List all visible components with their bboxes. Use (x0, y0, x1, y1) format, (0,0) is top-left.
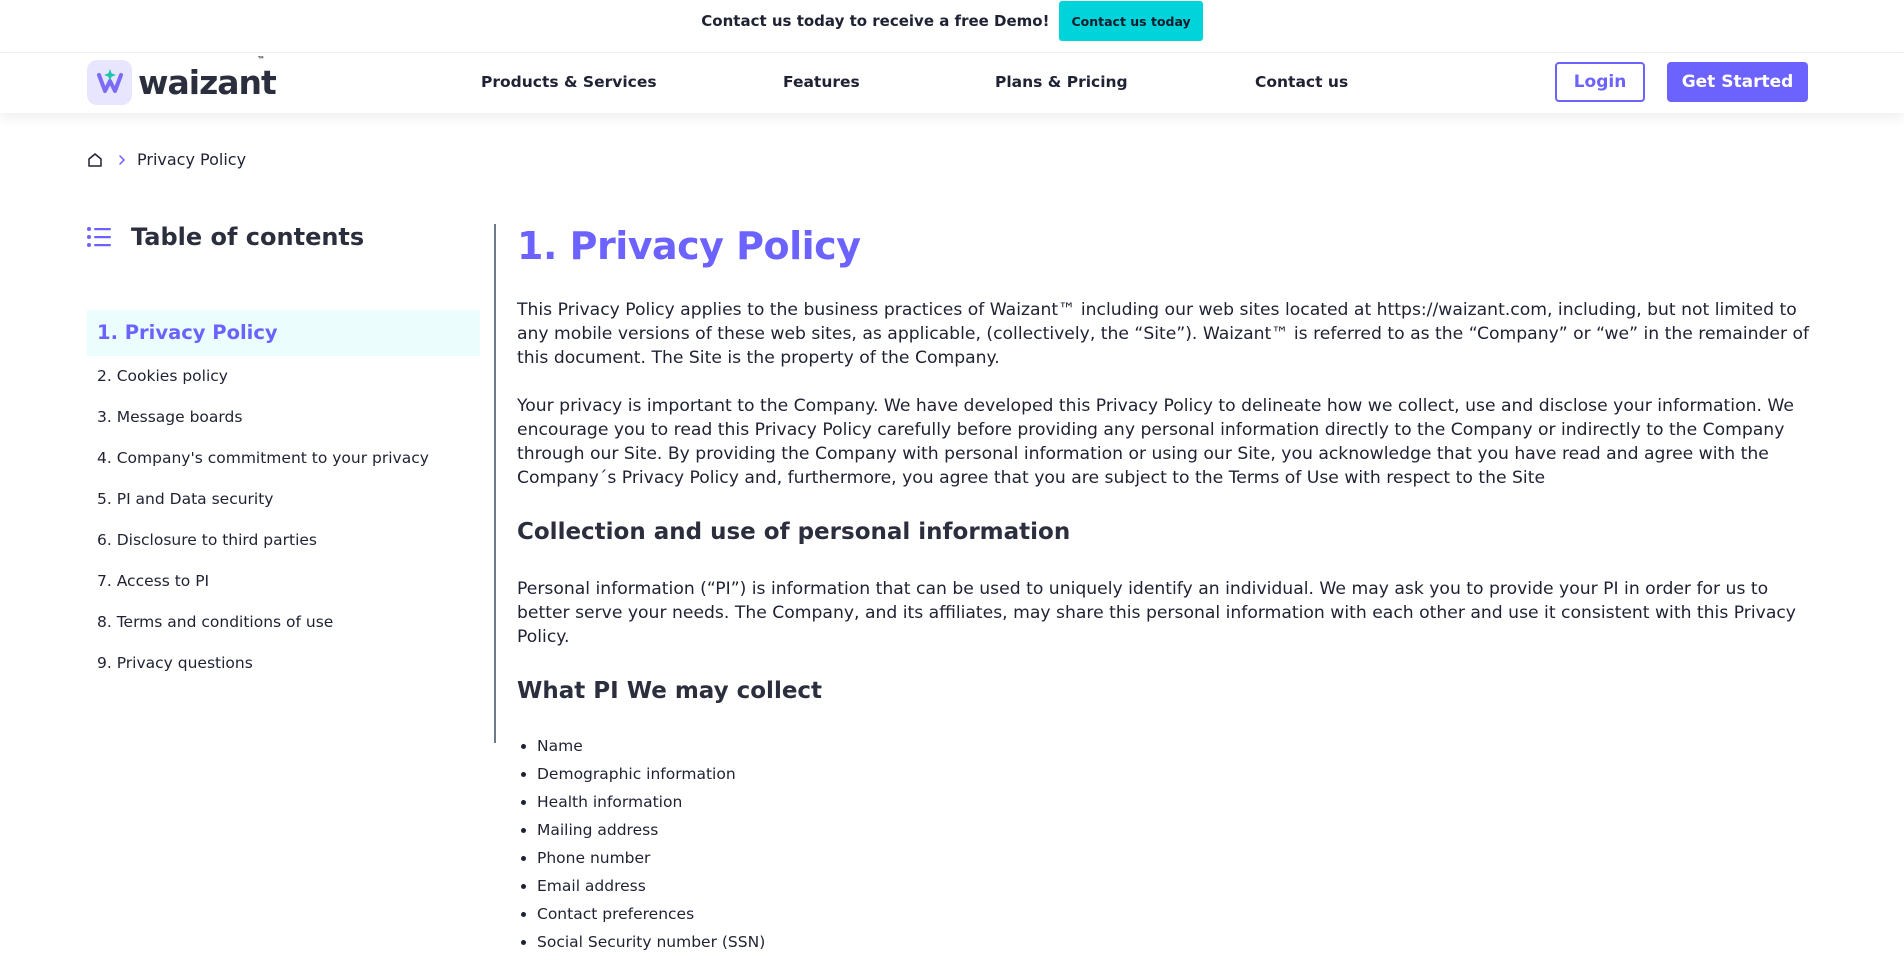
nav-contact-us[interactable]: Contact us (1255, 73, 1348, 91)
toc-item-privacy-questions[interactable]: 9. Privacy questions (87, 643, 480, 684)
list-item: Phone number (537, 844, 1812, 872)
site-header: waizant ™ Products & Services Features P… (0, 52, 1904, 113)
get-started-button[interactable]: Get Started (1667, 62, 1808, 102)
intro-paragraph: This Privacy Policy applies to the busin… (517, 300, 1810, 368)
logo-icon (87, 59, 132, 105)
page-title: 1. Privacy Policy (517, 224, 861, 268)
toc-item-disclosure-third-parties[interactable]: 6. Disclosure to third parties (87, 520, 480, 561)
list-item: Name (537, 732, 1812, 760)
privacy-paragraph: Your privacy is important to the Company… (517, 396, 1794, 488)
list-item: Demographic information (537, 760, 1812, 788)
list-item: Mailing address (537, 816, 1812, 844)
promo-text: Contact us today to receive a free Demo! (701, 12, 1050, 30)
toc-list: 1. Privacy Policy 2. Cookies policy 3. M… (87, 310, 480, 684)
list-item: Social Security number (SSN) (537, 928, 1812, 956)
main-content: 1. Privacy Policy This Privacy Policy ap… (517, 220, 1812, 956)
toc-divider (494, 224, 496, 743)
home-icon[interactable] (87, 152, 103, 168)
login-button[interactable]: Login (1555, 62, 1645, 102)
promo-banner: Contact us today to receive a free Demo!… (0, 0, 1904, 42)
pi-list: Name Demographic information Health info… (517, 732, 1812, 956)
nav-plans-pricing[interactable]: Plans & Pricing (995, 73, 1128, 91)
toc-title: Table of contents (131, 223, 365, 251)
list-item: Contact preferences (537, 900, 1812, 928)
breadcrumb: Privacy Policy (87, 150, 246, 169)
toc-item-privacy-policy[interactable]: 1. Privacy Policy (87, 310, 480, 356)
contact-us-today-button[interactable]: Contact us today (1059, 1, 1203, 41)
logo[interactable]: waizant ™ (87, 55, 277, 107)
toc-item-access-to-pi[interactable]: 7. Access to PI (87, 561, 480, 602)
list-item: Health information (537, 788, 1812, 816)
pi-paragraph: Personal information (“PI”) is informati… (517, 579, 1796, 647)
toc-item-message-boards[interactable]: 3. Message boards (87, 397, 480, 438)
logo-wordmark: waizant (138, 62, 277, 102)
section-heading-what-pi: What PI We may collect (517, 678, 823, 704)
list-icon (87, 226, 111, 248)
nav-products-services[interactable]: Products & Services (481, 73, 657, 91)
chevron-right-icon (117, 154, 127, 166)
section-heading-collection: Collection and use of personal informati… (517, 519, 1071, 545)
logo-trademark: ™ (257, 55, 265, 64)
toc-item-company-commitment[interactable]: 4. Company's commitment to your privacy (87, 438, 480, 479)
toc-header: Table of contents (87, 223, 364, 251)
nav-features[interactable]: Features (783, 73, 860, 91)
toc-item-terms-conditions[interactable]: 8. Terms and conditions of use (87, 602, 480, 643)
toc-item-pi-data-security[interactable]: 5. PI and Data security (87, 479, 480, 520)
toc-item-cookies-policy[interactable]: 2. Cookies policy (87, 356, 480, 397)
breadcrumb-current: Privacy Policy (137, 150, 247, 169)
list-item: Email address (537, 872, 1812, 900)
